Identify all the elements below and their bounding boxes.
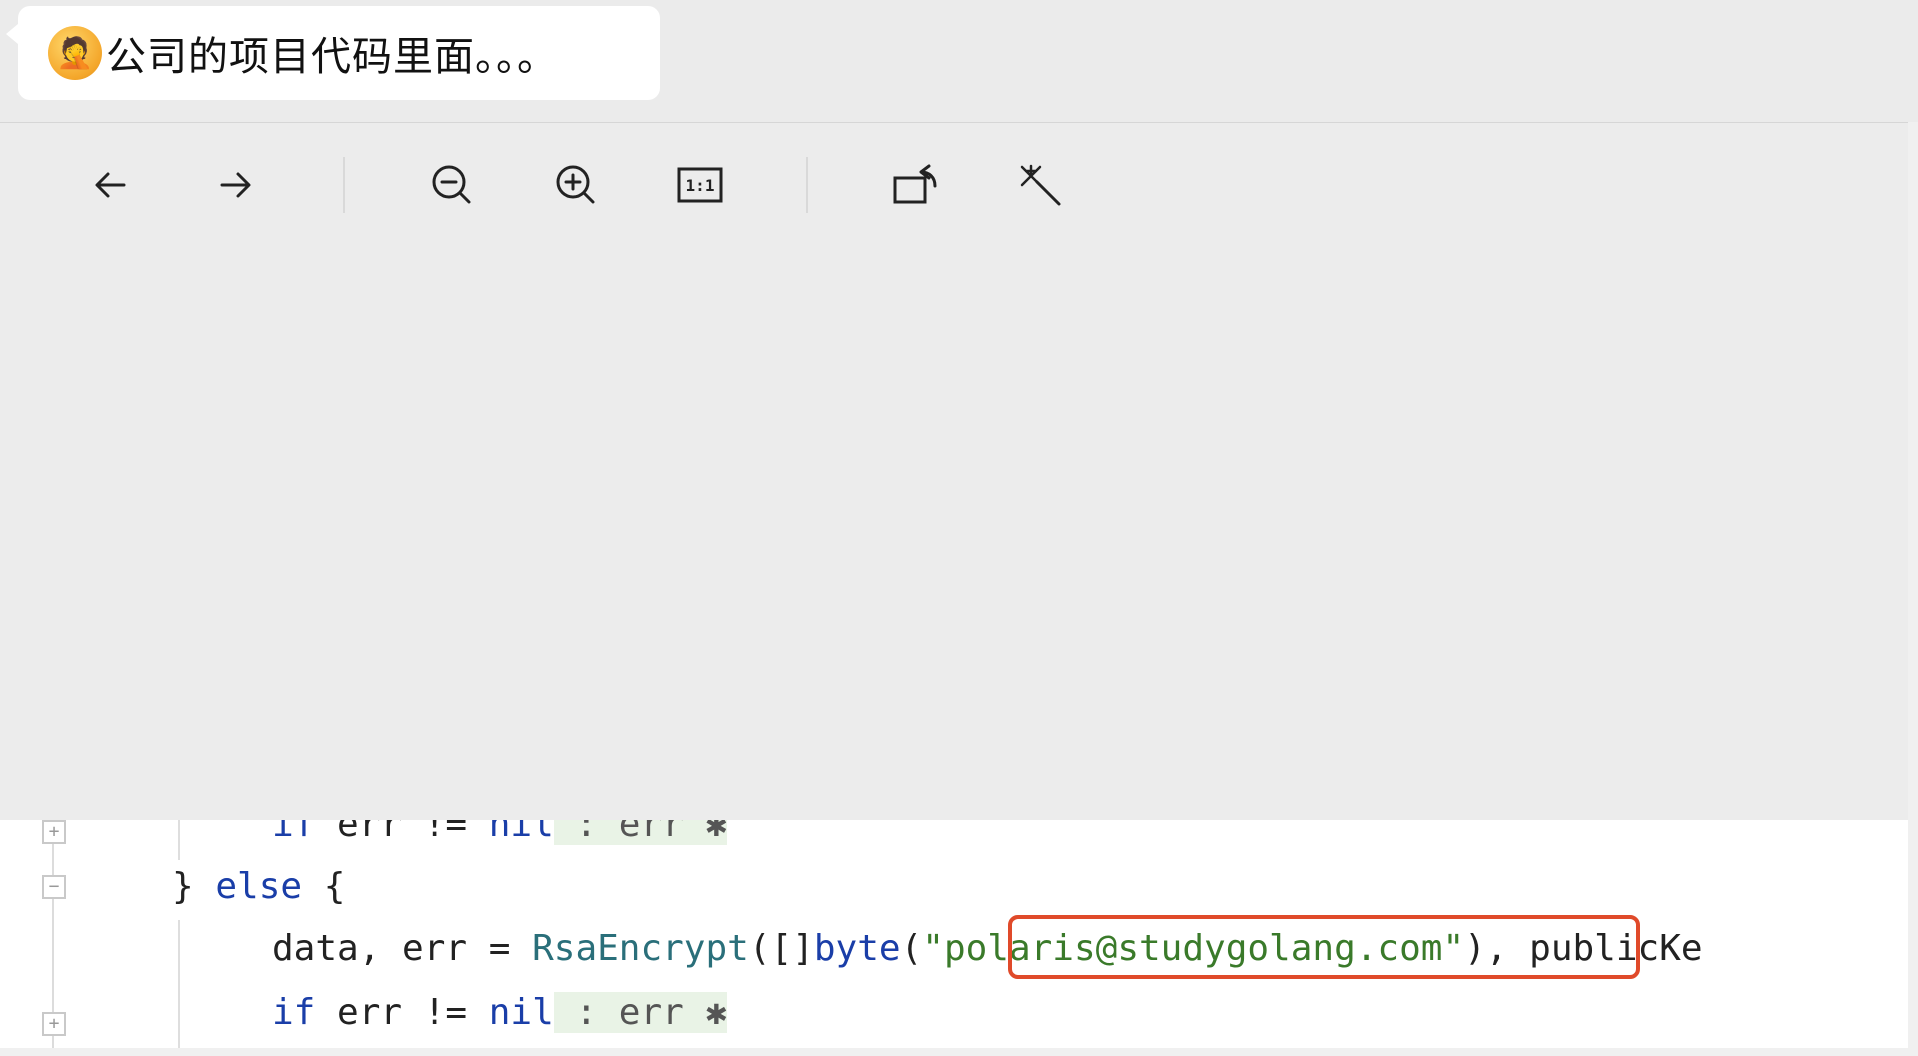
code-line: } else { <box>172 862 345 912</box>
zoom-out-icon[interactable] <box>424 157 480 213</box>
folded-hint: : err ✱ <box>553 820 728 845</box>
image-viewer: 1:1 <box>0 122 1908 821</box>
back-arrow-icon[interactable] <box>82 157 138 213</box>
highlight-annotation-box <box>1008 915 1640 979</box>
code-screenshot: + − + if err != nil : err ✱ } else { dat… <box>0 820 1908 1048</box>
message-text: 公司的项目代码里面。。。 <box>106 34 558 80</box>
toolbar-divider <box>343 157 345 213</box>
zoom-in-icon[interactable] <box>548 157 604 213</box>
fold-expand-icon[interactable]: + <box>42 1012 66 1036</box>
code-text: ([] <box>748 928 814 969</box>
code-line: if err != nil : err ✱ <box>272 820 728 850</box>
code-text: data, err = <box>272 928 533 969</box>
code-line: if err != nil : err ✱ <box>272 988 728 1038</box>
code-text: err != <box>315 820 489 845</box>
keyword: if <box>272 820 316 845</box>
facepalm-emoji: 🤦 <box>48 26 102 80</box>
forward-arrow-icon[interactable] <box>208 157 264 213</box>
keyword: nil <box>488 992 554 1033</box>
code-text: err != <box>315 992 489 1033</box>
function-name: RsaEncrypt <box>532 928 749 969</box>
code-text: ( <box>900 928 923 969</box>
actual-size-label: 1:1 <box>685 175 715 195</box>
folded-hint: : err ✱ <box>553 992 728 1033</box>
indent-guide <box>178 820 180 860</box>
viewer-toolbar: 1:1 <box>0 123 1908 245</box>
fold-expand-icon[interactable]: + <box>42 820 66 844</box>
keyword: else <box>215 866 303 907</box>
code-text: { <box>302 866 346 907</box>
fold-collapse-icon[interactable]: − <box>42 875 66 899</box>
chat-message-bubble: 🤦 公司的项目代码里面。。。 <box>6 6 660 100</box>
indent-guide <box>178 920 180 1048</box>
code-text: } <box>172 866 216 907</box>
toolbar-divider <box>806 157 808 213</box>
keyword: byte <box>813 928 901 969</box>
keyword: if <box>272 992 316 1033</box>
keyword: nil <box>488 820 554 845</box>
actual-size-button[interactable]: 1:1 <box>672 157 728 213</box>
magic-wand-icon[interactable] <box>1012 157 1068 213</box>
rotate-icon[interactable] <box>888 157 944 213</box>
